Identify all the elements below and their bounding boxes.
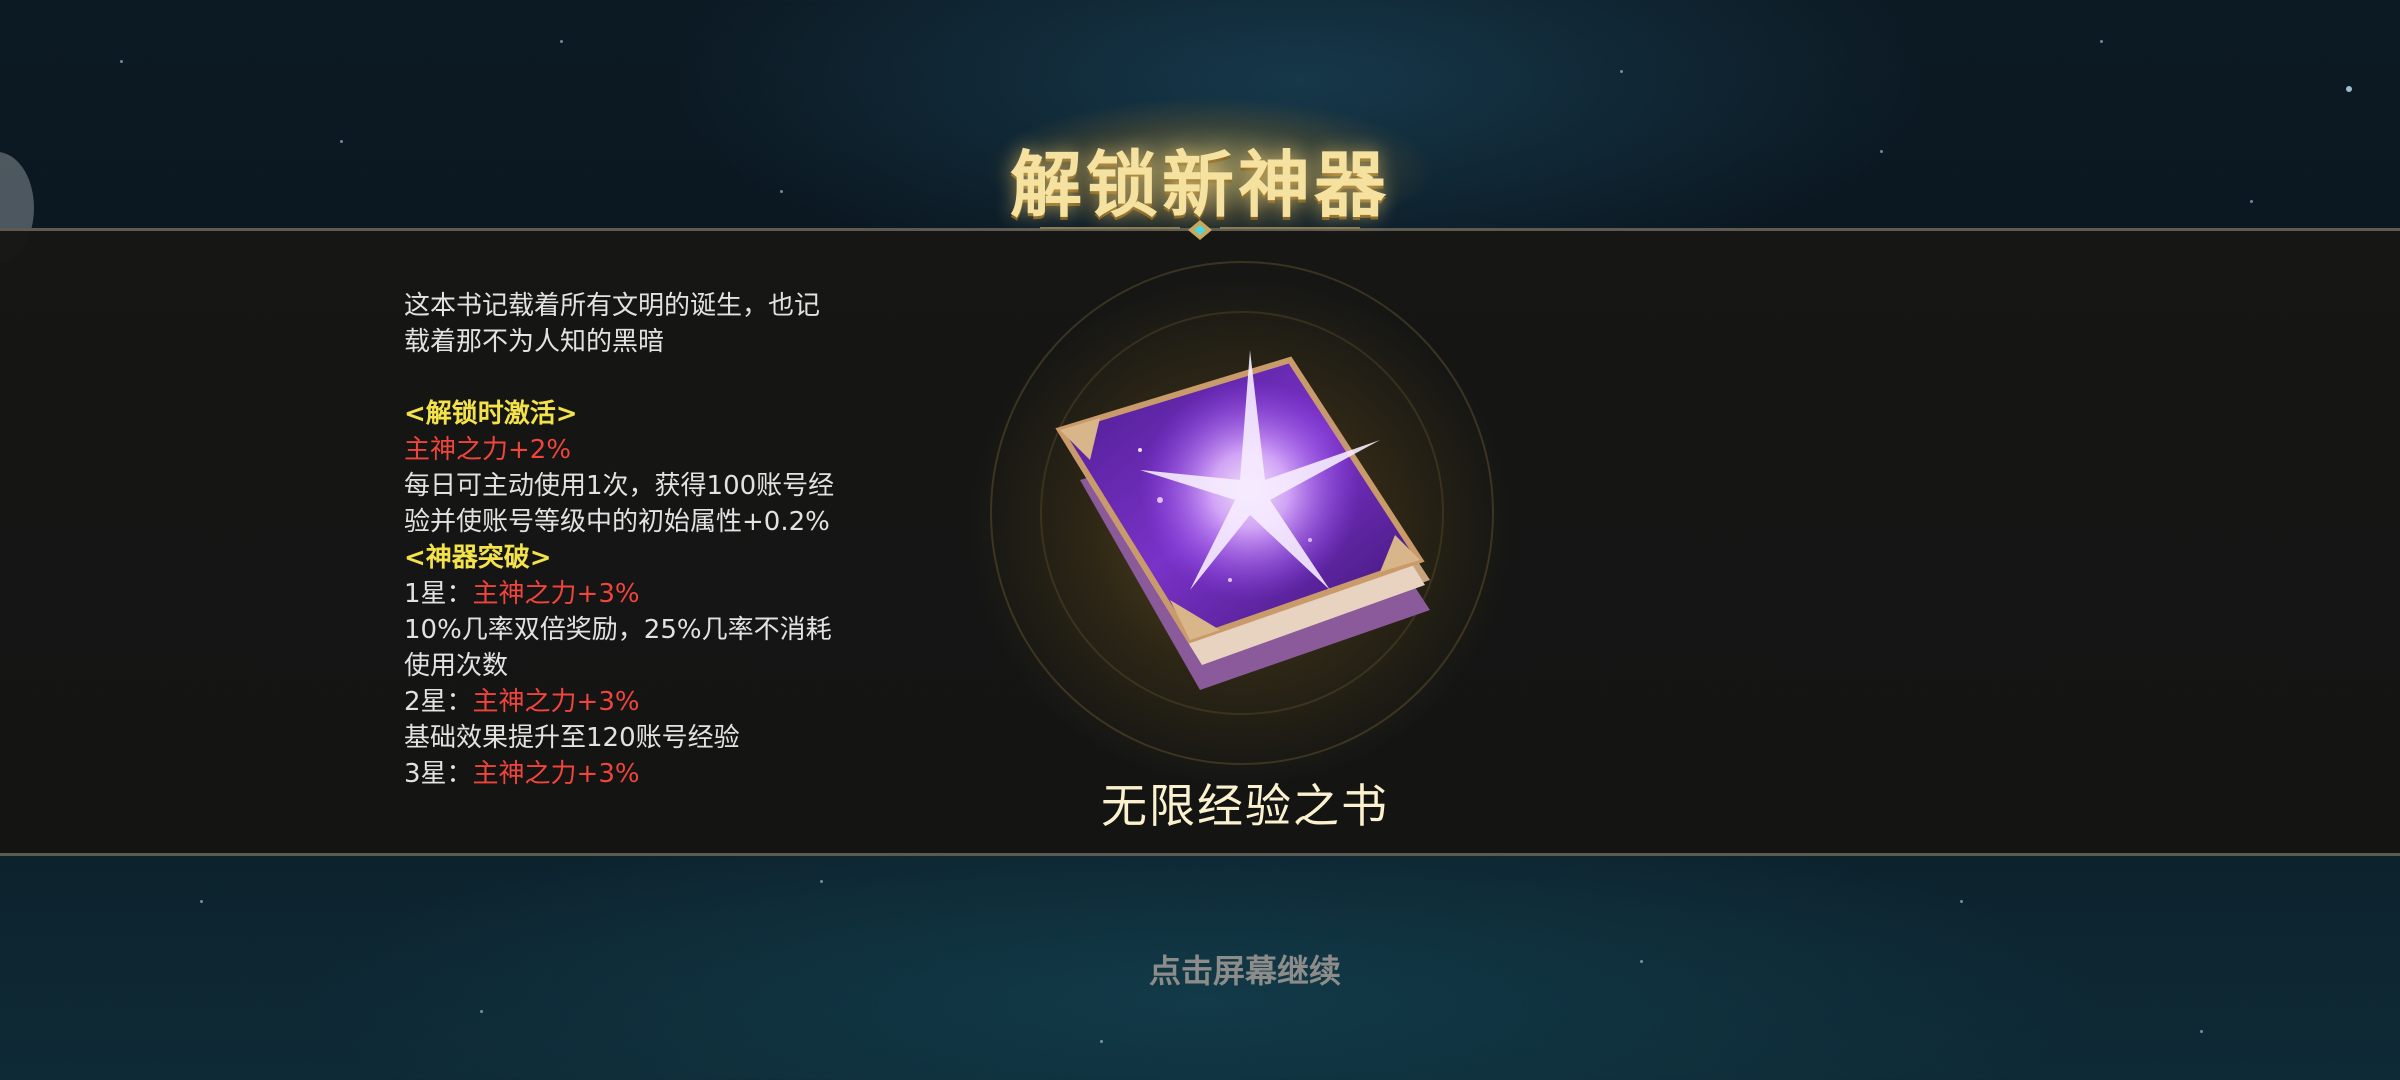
star1-label: 1星： (404, 579, 473, 609)
star2-stat: 主神之力+3% (472, 687, 640, 717)
description-line: 这本书记载着所有文明的诞生，也记 (404, 291, 821, 321)
tap-to-continue[interactable]: 点击屏幕继续 (0, 946, 2400, 992)
title-ornament (1040, 220, 1360, 240)
description-line: 载着那不为人知的黑暗 (404, 327, 665, 357)
star2-effect: 基础效果提升至120账号经验 (404, 723, 740, 753)
star2-label: 2星： (404, 687, 473, 717)
star1-effect: 使用次数 (404, 651, 509, 681)
star2-row: 2星：主神之力+3% (404, 684, 924, 720)
unlock-effect: 验并使账号等级中的初始属性+0.2% (404, 507, 830, 537)
unlock-effect: 每日可主动使用1次，获得100账号经 (404, 471, 835, 501)
star1-stat: 主神之力+3% (472, 579, 640, 609)
artifact-name: 无限经验之书 (1101, 779, 1389, 833)
unlock-stat: 主神之力+2% (404, 435, 572, 465)
artifact-description: 这本书记载着所有文明的诞生，也记 载着那不为人知的黑暗 <解锁时激活> 主神之力… (404, 288, 924, 792)
breakthrough-section-header: <神器突破> (404, 543, 552, 573)
star1-row: 1星：主神之力+3% (404, 576, 924, 612)
unlock-section-header: <解锁时激活> (404, 399, 578, 429)
page-title: 解锁新神器 (1009, 142, 1390, 227)
star1-effect: 10%几率双倍奖励，25%几率不消耗 (404, 615, 832, 645)
purple-spellbook-icon (1050, 330, 1450, 730)
